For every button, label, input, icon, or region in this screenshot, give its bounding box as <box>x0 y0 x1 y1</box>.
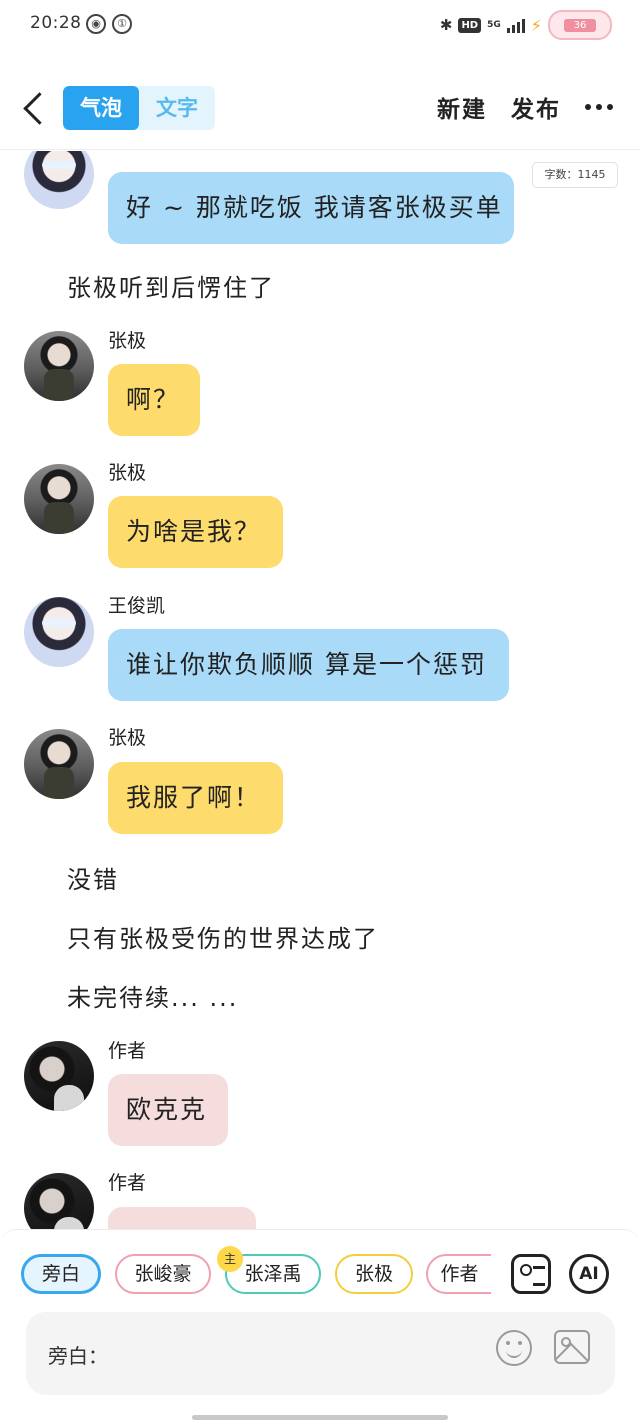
message-bubble[interactable]: 欧克克 <box>108 1074 228 1146</box>
input-role-label: 旁白： <box>48 1344 108 1368</box>
status-time: 20:28 <box>30 13 82 33</box>
sender-name: 张极 <box>108 727 147 749</box>
avatar[interactable] <box>24 597 94 667</box>
avatar[interactable] <box>24 464 94 534</box>
message-bubble[interactable]: 好 ~ 那就吃饭 我请客张极买单 <box>108 172 514 244</box>
battery-icon: 36 <box>548 10 612 40</box>
emoji-icon[interactable] <box>496 1330 532 1366</box>
image-icon[interactable] <box>554 1330 590 1364</box>
tab-bubble[interactable]: 气泡 <box>63 86 139 130</box>
header: 气泡 文字 新建 发布 <box>0 70 640 150</box>
role-chip-zhang-junhao[interactable]: 张峻豪 <box>115 1254 211 1294</box>
battery-level: 36 <box>564 19 596 32</box>
main-role-badge: 主 <box>217 1246 243 1272</box>
location-icon: ◉ <box>86 14 106 34</box>
sender-name: 作者 <box>108 1172 147 1194</box>
message-bubble[interactable]: 谁让你欺负顺顺 算是一个惩罚 <box>108 629 509 701</box>
message-input[interactable]: 旁白： <box>26 1312 615 1395</box>
avatar[interactable] <box>24 1041 94 1111</box>
avatar[interactable] <box>24 151 94 209</box>
avatar[interactable] <box>24 1173 94 1229</box>
status-indicators: ✱ HD 5G ⚡ 36 <box>440 10 612 40</box>
avatar[interactable] <box>24 331 94 401</box>
new-button[interactable]: 新建 <box>437 90 487 124</box>
message-bubble[interactable]: 为啥是我？ <box>108 496 283 568</box>
tab-text[interactable]: 文字 <box>139 86 215 130</box>
narration-text[interactable]: 只有张极受伤的世界达成了 <box>67 919 379 954</box>
narration-text[interactable]: 张极听到后愣住了 <box>67 268 275 303</box>
sender-name: 张极 <box>108 330 147 352</box>
ai-button[interactable]: AI <box>569 1254 609 1294</box>
message-bubble[interactable] <box>108 1207 256 1229</box>
hd-icon: HD <box>458 17 482 33</box>
message-bubble[interactable]: 我服了啊！ <box>108 762 283 834</box>
message-bubble[interactable]: 啊？ <box>108 364 200 436</box>
chat-area[interactable]: 字数：1145 好 ~ 那就吃饭 我请客张极买单 张极听到后愣住了 张极 啊？ … <box>0 151 640 1229</box>
notification-icon: ① <box>112 14 132 34</box>
sender-name: 王俊凯 <box>108 595 166 617</box>
network-type: 5G <box>487 20 501 30</box>
home-indicator[interactable] <box>192 1415 448 1420</box>
status-bar: 20:28 ◉ ① ✱ HD 5G ⚡ 36 <box>0 0 640 52</box>
mode-toggle: 气泡 文字 <box>63 86 215 130</box>
charging-icon: ⚡ <box>530 15 542 35</box>
word-count-badge: 字数：1145 <box>532 162 618 188</box>
role-chip-narrator[interactable]: 旁白 <box>21 1254 101 1294</box>
bluetooth-icon: ✱ <box>439 16 453 34</box>
more-icon[interactable] <box>585 104 615 112</box>
narration-text[interactable]: 没错 <box>67 860 119 895</box>
narration-text[interactable]: 未完待续... ... <box>67 978 238 1013</box>
avatar[interactable] <box>24 729 94 799</box>
role-chip-zhang-ji[interactable]: 张极 <box>335 1254 413 1294</box>
publish-button[interactable]: 发布 <box>511 90 561 124</box>
bottom-panel: 旁白 张峻豪 张泽禹 主 张极 作者 AI 旁白： <box>0 1229 640 1422</box>
sender-name: 作者 <box>108 1040 147 1062</box>
sender-name: 张极 <box>108 462 147 484</box>
role-chip-author[interactable]: 作者 <box>426 1254 491 1294</box>
signal-icon <box>506 17 525 33</box>
back-button[interactable] <box>18 88 48 128</box>
contact-card-icon[interactable] <box>511 1254 551 1294</box>
